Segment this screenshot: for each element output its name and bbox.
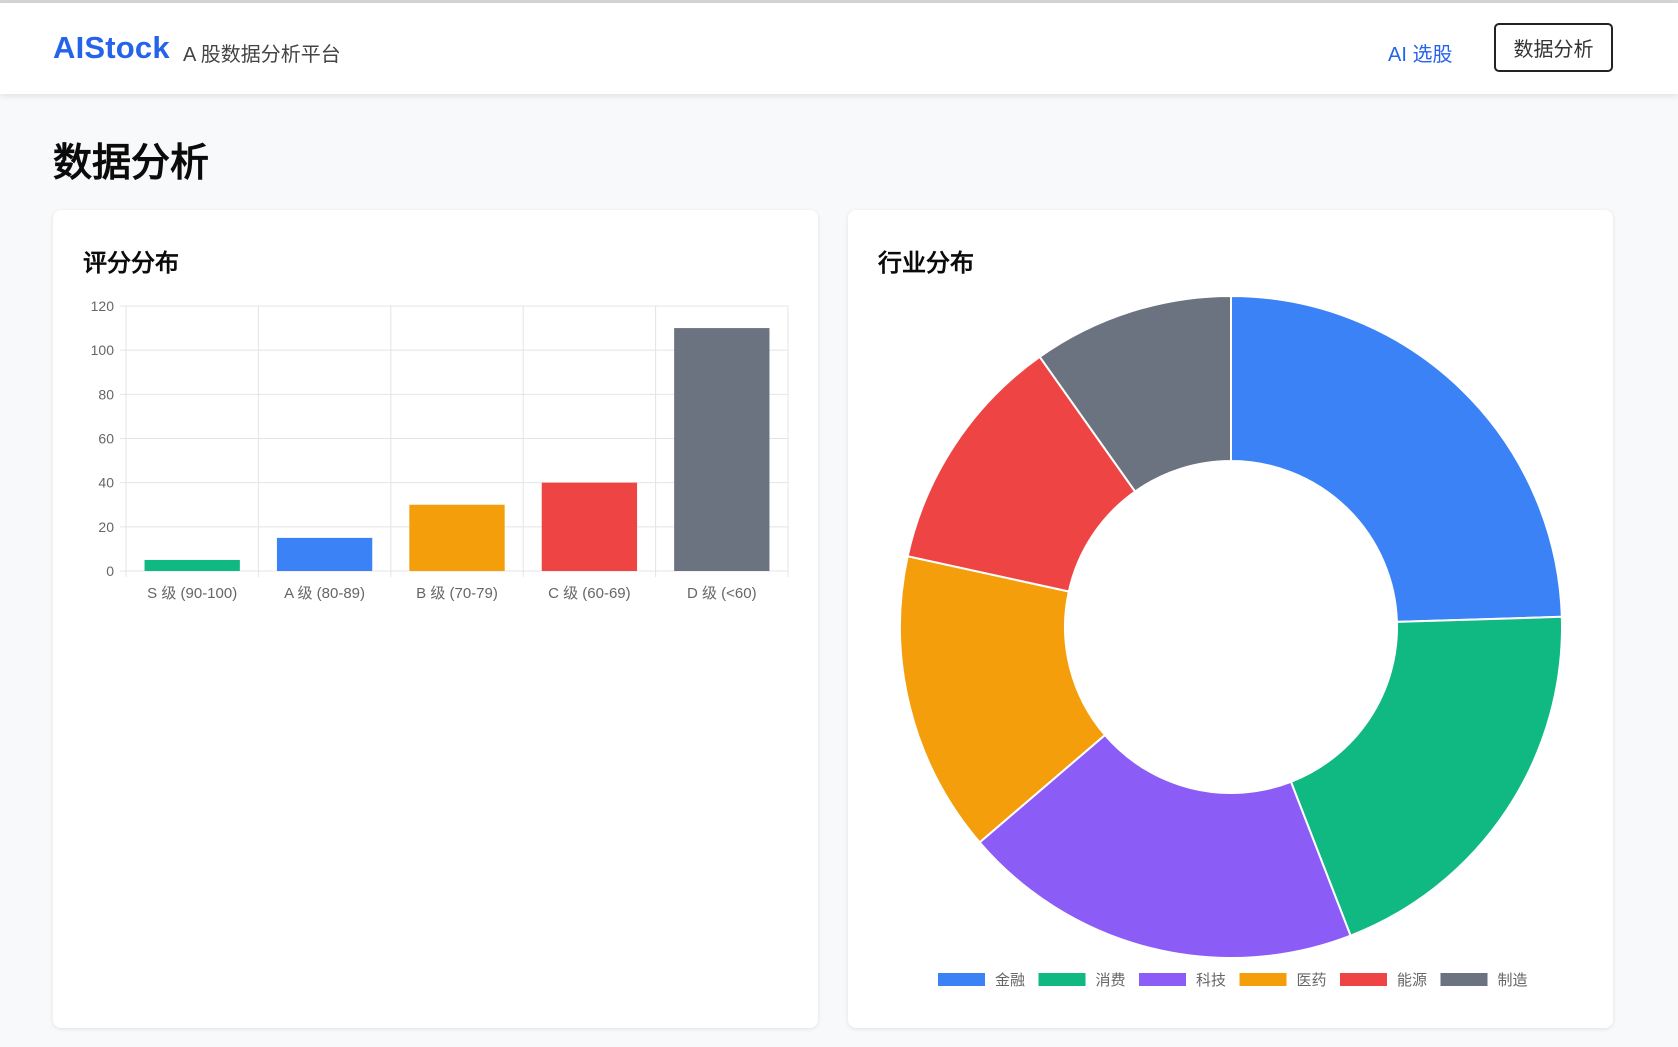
industry-distribution-card: 行业分布 金融 消费 科技 医药 能源 制造 [848,210,1613,1028]
y-tick-label: 20 [98,519,114,535]
x-tick-label: S 级 (90-100) [147,585,237,602]
legend-swatch[interactable] [1340,973,1387,986]
site-subtitle: A 股数据分析平台 [183,44,341,66]
legend-swatch[interactable] [938,973,985,986]
y-tick-label: 40 [98,475,114,491]
logo[interactable]: AIStock [53,30,170,66]
legend-label[interactable]: 科技 [1196,972,1226,989]
bar-3[interactable] [409,504,505,571]
legend-swatch[interactable] [1139,973,1186,986]
nav-button-data-analysis[interactable]: 数据分析 [1494,23,1613,72]
y-tick-label: 120 [91,298,115,314]
bar-5[interactable] [674,328,770,571]
legend-swatch[interactable] [1239,973,1287,986]
y-tick-label: 80 [98,386,114,402]
y-tick-label: 100 [91,342,115,358]
x-tick-label: B 级 (70-79) [416,585,498,602]
legend-swatch[interactable] [1038,973,1086,986]
legend-label[interactable]: 制造 [1498,972,1528,989]
score-distribution-bar-chart: 0 20 40 60 80 100 120 S 级 (90-100) A 级 (80-89) B … [91,298,789,602]
x-tick-label: D 级 (<60) [687,585,757,602]
bar-1[interactable] [144,559,240,571]
nav-link-ai-stock-picking[interactable]: AI 选股 [1388,38,1452,67]
legend-label[interactable]: 金融 [995,972,1025,989]
bar-4[interactable] [541,482,638,571]
y-tick-label: 60 [98,431,114,447]
x-tick-label: A 级 (80-89) [284,585,365,602]
bar-2[interactable] [276,537,373,571]
legend-swatch[interactable] [1440,973,1488,986]
score-distribution-card: 评分分布 0 20 40 60 80 100 120 S 级 (90-100) A 级 (80-… [53,210,818,1028]
top-navbar: AIStock A 股数据分析平台 AI 选股 数据分析 [0,3,1678,94]
legend-label[interactable]: 消费 [1096,972,1126,989]
industry-distribution-donut-chart: 金融 消费 科技 医药 能源 制造 [899,294,1563,989]
y-tick-label: 0 [106,563,114,579]
donut-slice-1[interactable] [1230,294,1563,623]
legend-label[interactable]: 能源 [1397,972,1427,989]
page-title: 数据分析 [53,142,210,185]
x-tick-label: C 级 (60-69) [548,585,631,602]
legend-label[interactable]: 医药 [1297,972,1327,989]
